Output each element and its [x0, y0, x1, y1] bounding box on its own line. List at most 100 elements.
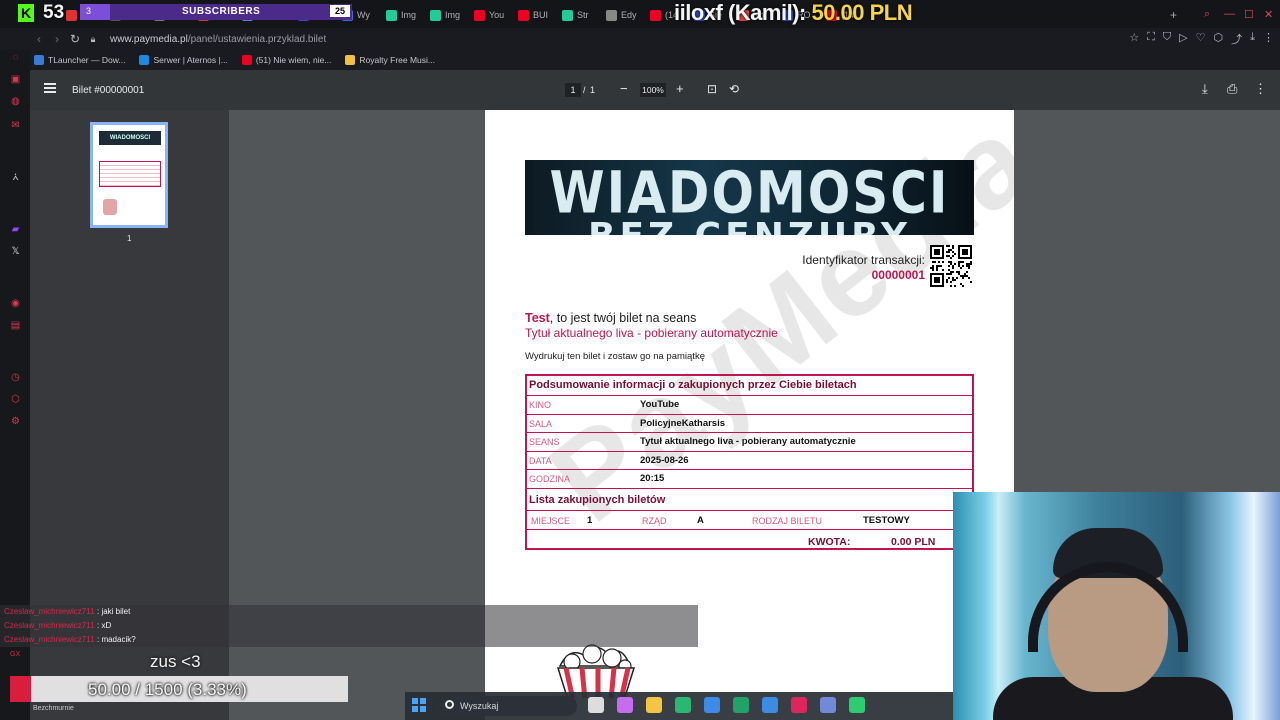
- files-icon[interactable]: [646, 697, 662, 713]
- maximize-icon[interactable]: ☐: [1244, 8, 1254, 21]
- url-path: /panel/ustawienia.przyklad.bilet: [187, 33, 327, 45]
- bookmark-favicon-icon: [345, 55, 356, 65]
- menu-icon[interactable]: ⋮: [1263, 31, 1274, 47]
- copilot-icon[interactable]: [617, 697, 633, 713]
- ticket-list-heading: Lista zakupionych biletów: [529, 494, 666, 506]
- snapshot-icon[interactable]: ⛶: [1147, 31, 1155, 47]
- summary-key: KINO: [529, 400, 552, 410]
- webcam-headphones: [1028, 562, 1188, 652]
- wallet-icon[interactable]: ▤: [10, 320, 21, 331]
- subs-goal-fill: [80, 4, 110, 20]
- summary-key: SEANS: [529, 437, 560, 448]
- reload-icon[interactable]: ↻: [66, 32, 84, 46]
- bookmark-label: (51) Nie wiem, nie...: [255, 55, 332, 65]
- chat-text: : jaki bilet: [97, 607, 131, 616]
- minimize-icon[interactable]: —: [1224, 8, 1235, 20]
- settings-icon[interactable]: ⚙: [10, 416, 21, 427]
- url-field[interactable]: www.paymedia.pl/panel/ustawienia.przykla…: [110, 34, 326, 45]
- pinned-icon[interactable]: ⩑: [10, 172, 21, 183]
- qr-code: [930, 245, 972, 287]
- bookmark-icon[interactable]: ☆: [1129, 31, 1139, 47]
- browser-tab[interactable]: Img: [380, 2, 424, 28]
- tab-favicon-icon: [606, 9, 617, 21]
- row-value: A: [697, 515, 704, 526]
- share-icon[interactable]: ⤴: [1231, 31, 1242, 47]
- zoom-out-icon[interactable]: −: [620, 82, 628, 96]
- twitch-icon[interactable]: ▰: [10, 224, 21, 235]
- history-icon[interactable]: ◷: [10, 372, 21, 383]
- hamburger-menu-icon[interactable]: [44, 83, 56, 93]
- store-icon[interactable]: [704, 697, 720, 713]
- zoom-in-icon[interactable]: +: [676, 82, 684, 96]
- player-icon[interactable]: ◉: [10, 298, 21, 309]
- amount-label: KWOTA:: [808, 536, 851, 548]
- print-icon[interactable]: ⎙: [1227, 82, 1237, 96]
- bookmark-item[interactable]: Serwer | Aternos |...: [139, 55, 228, 65]
- subs-current: 3: [86, 6, 92, 16]
- donation-goal-name: Bezchmurnie: [33, 705, 74, 712]
- taskbar-search-placeholder: Wyszukaj: [460, 701, 499, 711]
- messenger-icon[interactable]: ◍: [10, 96, 21, 107]
- new-tab-button[interactable]: +: [1164, 2, 1183, 28]
- download-pdf-icon[interactable]: ⤓: [1202, 82, 1208, 96]
- bookmark-item[interactable]: Royalty Free Musi...: [345, 55, 435, 65]
- zoom-input[interactable]: 100%: [640, 83, 666, 97]
- amount-value: 0.00 PLN: [891, 536, 936, 548]
- tab-favicon-icon: [386, 9, 397, 21]
- kick-overlay: K 53 3 SUBSCRIBERS 25: [0, 0, 360, 26]
- print-note: Wydrukuj ten bilet i zostaw go na pamiąt…: [525, 351, 705, 362]
- customer-name: Test: [525, 311, 550, 325]
- forward-icon[interactable]: ›: [48, 32, 66, 46]
- summary-key: DATA: [529, 455, 552, 466]
- bookmarks-bar: TLauncher — Dow... Serwer | Aternos |... (…: [28, 50, 1280, 70]
- gx-corner-icon[interactable]: ▣: [10, 74, 21, 85]
- browser-tab[interactable]: Edy: [600, 2, 644, 28]
- fit-page-icon[interactable]: ⊡: [707, 82, 717, 96]
- task-view-icon[interactable]: [588, 697, 604, 713]
- mail-icon[interactable]: ✉: [10, 120, 21, 131]
- pdf-toolbar: Bilet #00000001 1 / 1 − 100% + ⊡ ⟲ ⤓ ⎙ ⋮: [30, 70, 1280, 110]
- edge-icon[interactable]: [675, 697, 691, 713]
- app-icon[interactable]: [849, 697, 865, 713]
- rotate-icon[interactable]: ⟲: [729, 82, 739, 96]
- excel-icon[interactable]: [733, 697, 749, 713]
- vscode-icon[interactable]: [762, 697, 778, 713]
- windows-taskbar: Wyszukaj: [405, 692, 953, 720]
- search-icon[interactable]: ⌕: [1204, 8, 1210, 21]
- extensions-icon[interactable]: ⬡: [1214, 31, 1224, 47]
- lock-icon[interactable]: 🔒︎: [84, 34, 102, 45]
- heart-icon[interactable]: ♡: [1196, 31, 1206, 47]
- summary-heading: Podsumowanie informacji o zakupionych pr…: [529, 379, 857, 391]
- more-options-icon[interactable]: ⋮: [1254, 82, 1267, 96]
- page-thumbnail[interactable]: WIADOMOSCI: [90, 122, 168, 228]
- extensions-sidebar-icon[interactable]: ⬡: [10, 394, 21, 405]
- back-icon[interactable]: ‹: [30, 32, 48, 46]
- page-number-input[interactable]: 1: [565, 83, 581, 97]
- opera-icon[interactable]: [791, 697, 807, 713]
- donation-amount: 50.00 PLN: [811, 0, 913, 25]
- browser-tab[interactable]: Str: [556, 2, 600, 28]
- pdf-title: Bilet #00000001: [72, 85, 145, 96]
- donor-name: iiloxf (Kamil):: [674, 0, 812, 25]
- aria-icon[interactable]: ◌: [10, 52, 21, 63]
- browser-tab[interactable]: Img: [424, 2, 468, 28]
- chat-badge: GX: [10, 651, 21, 658]
- discord-icon[interactable]: [820, 697, 836, 713]
- page-total: 1: [590, 85, 596, 95]
- browser-tab[interactable]: BUI: [512, 2, 556, 28]
- download-icon[interactable]: ⤓: [1250, 31, 1255, 47]
- summary-row: KINO YouTube: [527, 395, 972, 413]
- bookmark-item[interactable]: (51) Nie wiem, nie...: [241, 55, 332, 65]
- play-icon[interactable]: ▷: [1179, 31, 1187, 47]
- bookmark-item[interactable]: TLauncher — Dow...: [34, 55, 125, 65]
- summary-value: YouTube: [640, 399, 680, 410]
- tab-favicon-icon: [650, 9, 661, 21]
- windows-start-icon[interactable]: [412, 698, 426, 712]
- taskbar-search[interactable]: Wyszukaj: [437, 696, 577, 716]
- browser-tab[interactable]: You: [468, 2, 512, 28]
- close-icon[interactable]: ✕: [1264, 8, 1273, 21]
- greeting-text: , to jest twój bilet na seans: [549, 311, 697, 325]
- shield-icon[interactable]: ⛉: [1163, 31, 1171, 47]
- x-icon[interactable]: 𝕏: [10, 246, 21, 257]
- chat-message: Czeslaw_michniewicz711: xD: [0, 619, 698, 633]
